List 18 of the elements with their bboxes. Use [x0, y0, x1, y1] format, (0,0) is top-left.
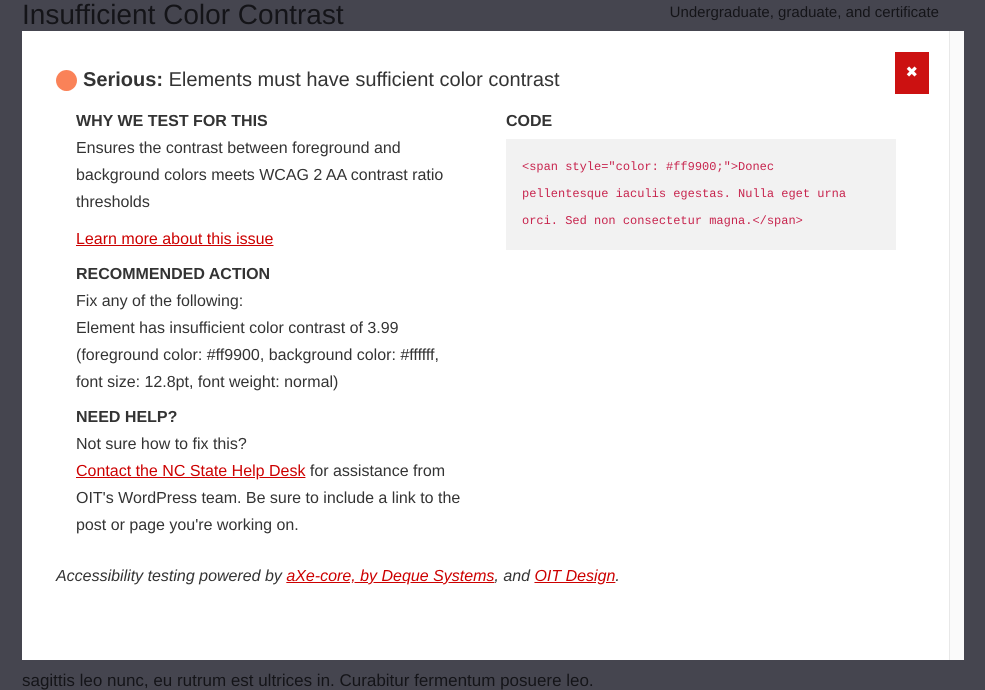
section-heading: NEED HELP?	[76, 408, 178, 428]
dialog-title: Serious: Elements must have sufficient color contrast	[83, 68, 560, 92]
close-button[interactable]: ✖	[895, 52, 929, 94]
footer-text: Accessibility testing powered by aXe-core, by Deque Systems, and OIT Design.	[56, 567, 621, 587]
page-heading: Insufficient Color Contrast	[22, 0, 344, 30]
link[interactable]: Contact the NC State Help Desk	[76, 463, 306, 480]
paragraph: Ensures the contrast between foreground and background colors meets WCAG 2 AA contrast ratio thresholds	[76, 139, 444, 213]
link[interactable]: Learn more about this issue	[76, 231, 274, 248]
section-heading: WHY WE TEST FOR THIS	[76, 112, 269, 132]
section-heading: RECOMMENDED ACTION	[76, 265, 272, 285]
section-heading: CODE	[506, 112, 554, 132]
paragraph: Not sure how to fix this? Contact the NC State Help Desk for assistance from OIT's WordPress team. Be sure to include a link to the post or page you're working on.	[76, 435, 462, 536]
code-text: <span style="color: #ff9900;">Donec pellentesque iaculis egestas. Nulla eget urna orci. Sed non consectetur magna.</span>	[522, 160, 846, 228]
sidebar-text: Undergraduate, graduate, and certificate	[670, 3, 939, 23]
paragraph: Element has insufficient color contrast of 3.99 (foreground color: #ff9900, background color: #ffffff, font size: 12.8pt, font weight: normal)	[76, 319, 440, 393]
paragraph: Fix any of the following:	[76, 292, 244, 312]
link[interactable]: OIT Design	[534, 568, 616, 585]
link[interactable]: aXe-core, by Deque Systems	[286, 568, 494, 585]
